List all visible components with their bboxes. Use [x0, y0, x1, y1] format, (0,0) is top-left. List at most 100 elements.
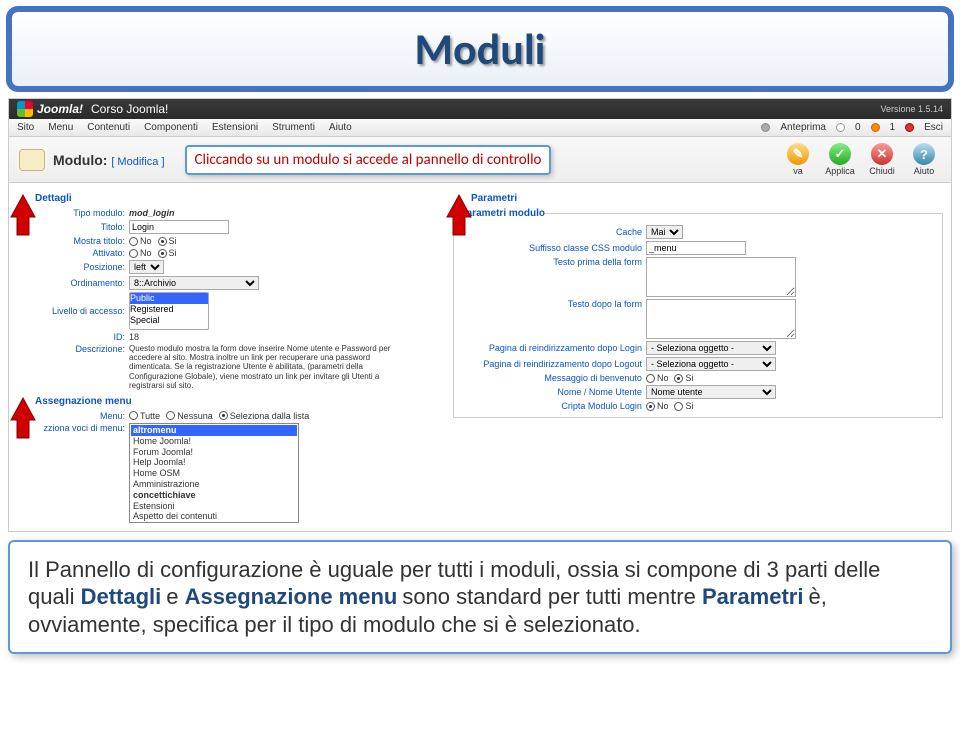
menu-strumenti[interactable]: Strumenti: [272, 122, 315, 133]
select-accesso[interactable]: Public Registered Special: [129, 292, 209, 330]
select-cache[interactable]: Mai: [646, 225, 683, 239]
users-count: 1: [890, 122, 896, 133]
opt-no-3: No: [657, 373, 669, 383]
toolbar-apply[interactable]: ✓ Applica: [823, 143, 857, 176]
menu-componenti[interactable]: Componenti: [144, 122, 198, 133]
arrow-parametri: Parametri: [453, 193, 943, 204]
listbox-voci[interactable]: altromenuHome Joomla!Forum Joomla!Help J…: [129, 423, 299, 523]
lbl-suffisso: Suffisso classe CSS modulo: [460, 243, 642, 253]
toolbar-apply-label: Applica: [825, 166, 855, 176]
slide-title-banner: Moduli: [6, 6, 954, 92]
select-nome[interactable]: Nome utente: [646, 385, 776, 399]
logout-icon[interactable]: [905, 123, 914, 132]
preview-label[interactable]: Anteprima: [780, 122, 826, 133]
joomla-logo: Joomla!: [17, 101, 83, 117]
lbl-redir-login: Pagina di reindirizzamento dopo Login: [460, 343, 642, 353]
joomla-page-titlebar: Modulo: [ Modifica ] Cliccando su un mod…: [9, 137, 951, 183]
toolbar-help[interactable]: ? Aiuto: [907, 143, 941, 176]
lbl-mostra: Mostra titolo:: [17, 236, 125, 246]
opt-no: No: [140, 236, 152, 246]
menu-sito[interactable]: Sito: [17, 122, 34, 133]
users-icon[interactable]: [871, 123, 880, 132]
val-descrizione: Questo modulo mostra la form dove inseri…: [129, 344, 409, 390]
help-icon: ?: [913, 143, 935, 165]
cap-assegnazione: Assegnazione menu: [185, 584, 398, 609]
list-item[interactable]: concettichiave: [131, 490, 297, 501]
cap-dettagli: Dettagli: [81, 584, 162, 609]
input-suffisso[interactable]: [646, 241, 746, 255]
select-posizione[interactable]: left: [129, 260, 164, 274]
toolbar-save-label: va: [793, 166, 803, 176]
menu-contenuti[interactable]: Contenuti: [87, 122, 130, 133]
opt-no-4: No: [657, 401, 669, 411]
lbl-descrizione: Descrizione:: [17, 344, 125, 354]
input-titolo[interactable]: [129, 220, 229, 234]
radio-attivato[interactable]: No Si: [129, 248, 177, 258]
list-item[interactable]: Home Joomla!: [131, 436, 297, 447]
opt-si: Si: [169, 236, 177, 246]
opt-tutte: Tutte: [140, 411, 160, 421]
parametri-fieldset: Parametri modulo Cache Mai Suffisso clas…: [453, 208, 943, 418]
menu-aiuto[interactable]: Aiuto: [329, 122, 352, 133]
lbl-id: ID:: [17, 332, 125, 342]
list-item[interactable]: Forum Joomla!: [131, 447, 297, 458]
list-item[interactable]: Aspetto dei contenuti: [131, 511, 297, 522]
toolbar-save[interactable]: ✎ va: [781, 143, 815, 176]
lbl-cache: Cache: [460, 227, 642, 237]
save-icon: ✎: [787, 143, 809, 165]
lbl-cripta: Cripta Modulo Login: [460, 401, 642, 411]
joomla-admin: Joomla! Corso Joomla! Versione 1.5.14 Si…: [8, 98, 952, 532]
logout-label[interactable]: Esci: [924, 122, 943, 133]
radio-mostra[interactable]: No Si: [129, 236, 177, 246]
apply-icon: ✓: [829, 143, 851, 165]
joomla-top-menu: Sito Menu Contenuti Componenti Estension…: [9, 119, 951, 137]
lbl-accesso: Livello di accesso:: [17, 306, 125, 316]
opt-si-3: Si: [685, 373, 693, 383]
opt-seleziona: Seleziona dalla lista: [230, 411, 310, 421]
parametri-heading: Parametri: [471, 193, 943, 204]
joomla-brand: Joomla!: [37, 102, 83, 116]
toolbar-help-label: Aiuto: [914, 166, 935, 176]
select-redir-logout[interactable]: - Seleziona oggetto -: [646, 357, 776, 371]
list-item[interactable]: Estensioni: [131, 501, 297, 512]
caption-box: Il Pannello di configurazione è uguale p…: [8, 540, 952, 655]
opt-no-2: No: [140, 248, 152, 258]
list-item[interactable]: Help Joomla!: [131, 457, 297, 468]
val-id: 18: [129, 332, 139, 342]
opt-si-4: Si: [685, 401, 693, 411]
close-icon: ✕: [871, 143, 893, 165]
menu-estensioni[interactable]: Estensioni: [212, 122, 258, 133]
page-title-text: Modulo:: [53, 152, 107, 168]
menu-menu[interactable]: Menu: [48, 122, 73, 133]
textarea-testo-dopo[interactable]: [646, 299, 796, 339]
toolbar-close-label: Chiudi: [869, 166, 895, 176]
radio-menus[interactable]: Tutte Nessuna Seleziona dalla lista: [129, 411, 309, 421]
select-redir-login[interactable]: - Seleziona oggetto -: [646, 341, 776, 355]
val-tipo: mod_login: [129, 208, 175, 218]
toolbar-close[interactable]: ✕ Chiudi: [865, 143, 899, 176]
preview-icon[interactable]: [761, 123, 770, 132]
assegnazione-heading: Assegnazione menu: [35, 396, 443, 407]
list-item[interactable]: Amministrazione: [131, 479, 297, 490]
messages-icon[interactable]: [836, 123, 845, 132]
lbl-attivato: Attivato:: [17, 248, 125, 258]
arrow-dettagli: Dettagli: [17, 193, 443, 204]
lbl-testo-prima: Testo prima della form: [460, 257, 642, 267]
radio-benvenuto[interactable]: No Si: [646, 373, 694, 383]
page-title: Modulo: [ Modifica ]: [53, 152, 165, 168]
dettagli-heading: Dettagli: [35, 193, 443, 204]
arrow-assegnazione: Assegnazione menu: [17, 396, 443, 407]
textarea-testo-prima[interactable]: [646, 257, 796, 297]
cap-parametri: Parametri: [702, 584, 804, 609]
list-item[interactable]: Home OSM: [131, 468, 297, 479]
radio-cripta[interactable]: No Si: [646, 401, 694, 411]
list-item[interactable]: altromenu: [131, 425, 297, 436]
opt-si-2: Si: [169, 248, 177, 258]
list-item[interactable]: Pagine di esempio: [131, 522, 297, 523]
joomla-version: Versione 1.5.14: [880, 104, 943, 114]
lbl-redir-logout: Pagina di reindirizzamento dopo Logout: [460, 359, 642, 369]
page-subtitle: [ Modifica ]: [111, 156, 164, 168]
lbl-testo-dopo: Testo dopo la form: [460, 299, 642, 309]
lbl-posizione: Posizione:: [17, 262, 125, 272]
select-ordinamento[interactable]: 8::Archivio: [129, 276, 259, 290]
